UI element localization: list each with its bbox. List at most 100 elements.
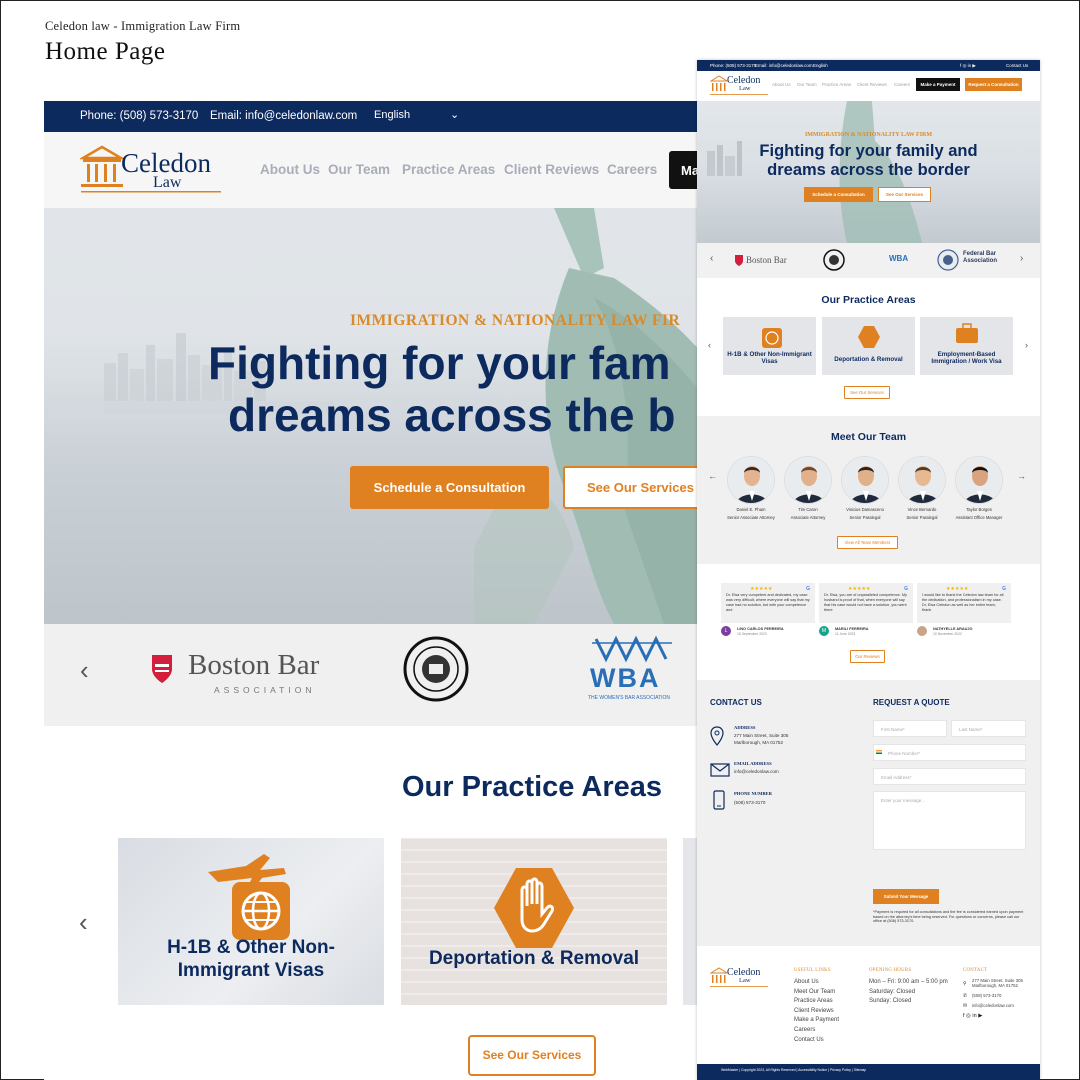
footer-social-icons[interactable]: f ◎ in ▶	[963, 1013, 982, 1019]
practice-prev-arrow-icon[interactable]: ‹	[79, 907, 88, 938]
phone-number-field[interactable]: Phone Number*	[873, 744, 1026, 761]
team-member[interactable]: Daniel E. Pham Senior Associate Attorney	[724, 456, 778, 520]
footer-link-reviews[interactable]: Client Reviews	[794, 1007, 839, 1017]
practice-card-h1b-line2: Immigrant Visas	[177, 960, 325, 981]
small-nav-practice[interactable]: Practice Areas	[822, 82, 851, 87]
footer-link-team[interactable]: Meet Our Team	[794, 988, 839, 998]
small-team-prev-icon[interactable]: ←	[708, 471, 717, 481]
footer-hours-title: OPENING HOURS	[869, 968, 912, 973]
footer-useful-links: About Us Meet Our Team Practice Areas Cl…	[794, 978, 839, 1045]
review-card: ★★★★★ G Dr. Elsa very competent and dedica…	[721, 583, 815, 623]
small-header: Celedon Law About Us Our Team Practice A…	[697, 71, 1040, 101]
small-hero-headline: Fighting for your family and dreams acro…	[759, 142, 978, 179]
small-plane-globe-icon	[762, 328, 782, 348]
chevron-down-icon[interactable]: ⌄	[450, 108, 459, 121]
small-wba-text: WBA	[889, 254, 909, 263]
message-textarea[interactable]: Enter your message...	[873, 791, 1026, 850]
nav-about[interactable]: About Us	[260, 162, 320, 177]
team-member[interactable]: Vinicius Damasceno Senior Paralegal	[838, 456, 892, 520]
schedule-consultation-button[interactable]: Schedule a Consultation	[350, 466, 549, 509]
practice-card-h1b-label: H-1B & Other Non- Immigrant Visas	[118, 936, 384, 982]
reviewer-name: LINO CARLOS FERREIRA	[737, 627, 784, 631]
footer-link-contact[interactable]: Contact Us	[794, 1036, 839, 1046]
small-see-services-button[interactable]: See Our Services	[844, 386, 890, 399]
review-date: 11 June 2023	[835, 632, 856, 636]
footer-link-about[interactable]: About Us	[794, 978, 839, 988]
footer-link-practice[interactable]: Practice Areas	[794, 997, 839, 1007]
footer-logo-sub: Law	[739, 977, 751, 984]
see-services-button[interactable]: See Our Services	[468, 1035, 596, 1076]
small-top-bar: Phone: (508) 573-3170 Email: info@celedo…	[697, 60, 1040, 71]
submit-message-button[interactable]: Submit Your Message	[873, 889, 939, 904]
stop-hand-icon	[494, 868, 574, 948]
small-topbar-email[interactable]: Email: info@celedonlaw.com	[755, 63, 813, 68]
small-our-reviews-button[interactable]: Our Reviews	[850, 650, 885, 663]
last-name-field[interactable]: Last Name*	[951, 720, 1026, 737]
nav-practice[interactable]: Practice Areas	[402, 162, 495, 177]
contact-email-value[interactable]: info@celedonlaw.com	[734, 769, 779, 775]
small-practice-next-icon[interactable]: ›	[1025, 340, 1028, 350]
review-date: 10 November 2022	[933, 632, 962, 636]
footer-contact-email[interactable]: info@celedonlaw.com	[972, 1001, 1014, 1011]
small-practice-card-deportation[interactable]: Deportation & Removal	[822, 317, 915, 375]
footer-link-payment[interactable]: Make a Payment	[794, 1016, 839, 1026]
small-practice-card-h1b[interactable]: H-1B & Other Non-Immigrant Visas	[723, 317, 816, 375]
footer-contact-address: 277 Main Street, Suite 305 Marlborough, …	[972, 978, 1023, 988]
site-logo[interactable]: Celedon Law	[78, 144, 230, 205]
team-member[interactable]: Vince Bernardo Senior Paralegal	[895, 456, 949, 520]
small-contact-link[interactable]: Contact Us	[1006, 63, 1028, 68]
small-stop-hand-icon	[858, 326, 880, 348]
small-social-icons[interactable]: f ◎ in ▶	[960, 63, 976, 69]
team-member[interactable]: Tim Caron Associate Attorney	[781, 456, 835, 520]
small-logos-prev-icon[interactable]: ‹	[710, 253, 713, 264]
small-see-services-hero-button[interactable]: See Our Services	[878, 187, 931, 202]
chevron-left-icon[interactable]: ‹	[80, 655, 89, 686]
topbar-email[interactable]: Email: info@celedonlaw.com	[210, 110, 357, 122]
contact-phone-value[interactable]: (508) 573-3170	[734, 800, 765, 806]
see-services-hero-button[interactable]: See Our Services	[563, 466, 704, 509]
nav-reviews[interactable]: Client Reviews	[504, 162, 599, 177]
small-topbar-phone[interactable]: Phone: (508) 573-3170	[710, 63, 756, 68]
footer-contact-phone[interactable]: (508) 573-3170	[972, 991, 1001, 1001]
small-request-consultation-button[interactable]: Request a Consultation	[965, 78, 1022, 91]
small-nav-careers[interactable]: Careers	[894, 82, 910, 87]
rating-stars-icon: ★★★★★	[750, 586, 773, 592]
nav-careers[interactable]: Careers	[607, 162, 657, 177]
hero-section: IMMIGRATION & NATIONALITY LAW FIR Fighti…	[44, 208, 704, 624]
practice-card-h1b[interactable]: H-1B & Other Non- Immigrant Visas	[118, 838, 384, 1005]
team-member-photo	[784, 456, 832, 504]
footer-phone-icon: ✆	[963, 993, 968, 999]
reviewer-avatar	[917, 626, 927, 636]
boston-bar-sub: ASSOCIATION	[214, 685, 316, 695]
email-address-field[interactable]: Email Address*	[873, 768, 1026, 785]
practice-card-deportation[interactable]: Deportation & Removal	[401, 838, 667, 1005]
flag-icon[interactable]	[876, 750, 882, 754]
topbar-phone[interactable]: Phone: (508) 573-3170	[80, 110, 198, 122]
wba-mark-icon	[592, 635, 672, 663]
footer-hours-saturday: Saturday: Closed	[869, 988, 916, 995]
small-hero: IMMIGRATION & NATIONALITY LAW FIRM Fight…	[697, 101, 1040, 243]
top-bar: Phone: (508) 573-3170 Email: info@celedo…	[44, 101, 704, 132]
first-name-field[interactable]: First Name*	[873, 720, 947, 737]
boston-bar-text: Boston Bar	[188, 649, 319, 682]
small-nav-team[interactable]: Our Team	[797, 82, 817, 87]
small-make-payment-button[interactable]: Make a Payment	[916, 78, 960, 91]
small-nav-reviews[interactable]: Client Reviews	[857, 82, 887, 87]
footer-bottom-text: WebMaster | Copyright 2023, All Rights R…	[721, 1068, 867, 1072]
logo-sub: Law	[153, 174, 182, 191]
small-practice-card-employment-label: Employment-Based Immigration / Work Visa	[931, 351, 1002, 365]
small-view-team-button[interactable]: View All Team Members	[837, 536, 898, 549]
language-select[interactable]: English	[374, 109, 410, 121]
small-practice-card-employment[interactable]: Employment-Based Immigration / Work Visa	[920, 317, 1013, 375]
team-member[interactable]: Taylor Borges Assistant Office Manager	[952, 456, 1006, 520]
footer-link-careers[interactable]: Careers	[794, 1026, 839, 1036]
footer-bottom-bar: WebMaster | Copyright 2023, All Rights R…	[697, 1064, 1040, 1080]
small-nav-about[interactable]: About Us	[772, 82, 791, 87]
small-topbar-language[interactable]: English	[813, 63, 828, 68]
small-practice-prev-icon[interactable]: ‹	[708, 340, 711, 350]
nav-team[interactable]: Our Team	[328, 162, 390, 177]
small-team-next-icon[interactable]: →	[1017, 471, 1026, 481]
small-logos-next-icon[interactable]: ›	[1020, 253, 1023, 264]
hero-eyebrow: IMMIGRATION & NATIONALITY LAW FIR	[350, 312, 681, 329]
small-schedule-button[interactable]: Schedule a Consultation	[804, 187, 873, 202]
